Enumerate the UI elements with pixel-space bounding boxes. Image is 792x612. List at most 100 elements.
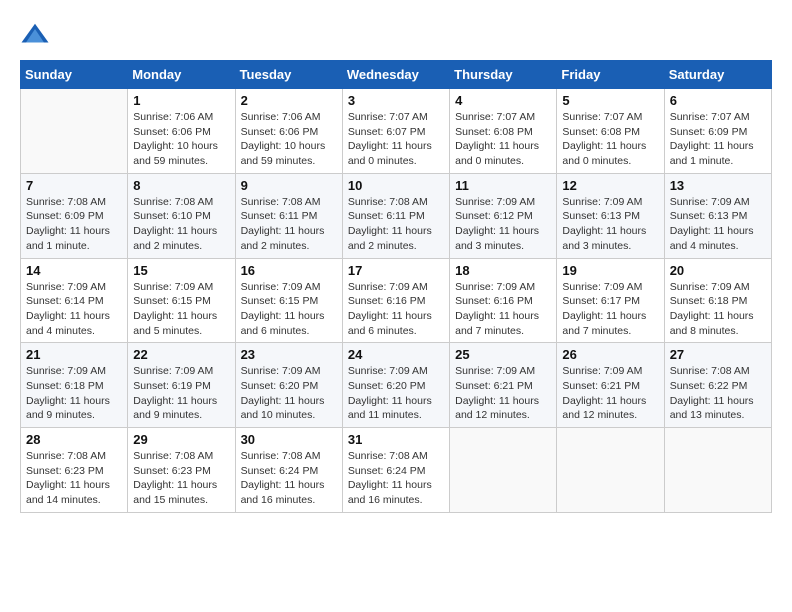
day-info: Sunrise: 7:07 AM Sunset: 6:07 PM Dayligh… [348, 110, 444, 169]
calendar-cell: 10 Sunrise: 7:08 AM Sunset: 6:11 PM Dayli… [342, 173, 449, 258]
calendar-cell: 7 Sunrise: 7:08 AM Sunset: 6:09 PM Daylig… [21, 173, 128, 258]
calendar-cell: 14 Sunrise: 7:09 AM Sunset: 6:14 PM Dayli… [21, 258, 128, 343]
day-number: 23 [241, 347, 337, 362]
day-info: Sunrise: 7:09 AM Sunset: 6:19 PM Dayligh… [133, 364, 229, 423]
day-info: Sunrise: 7:08 AM Sunset: 6:09 PM Dayligh… [26, 195, 122, 254]
header-saturday: Saturday [664, 61, 771, 89]
day-info: Sunrise: 7:09 AM Sunset: 6:15 PM Dayligh… [133, 280, 229, 339]
day-number: 9 [241, 178, 337, 193]
day-info: Sunrise: 7:07 AM Sunset: 6:09 PM Dayligh… [670, 110, 766, 169]
header-friday: Friday [557, 61, 664, 89]
day-number: 8 [133, 178, 229, 193]
calendar-cell: 20 Sunrise: 7:09 AM Sunset: 6:18 PM Dayli… [664, 258, 771, 343]
day-info: Sunrise: 7:08 AM Sunset: 6:22 PM Dayligh… [670, 364, 766, 423]
day-number: 27 [670, 347, 766, 362]
calendar-cell: 2 Sunrise: 7:06 AM Sunset: 6:06 PM Daylig… [235, 89, 342, 174]
calendar-cell: 24 Sunrise: 7:09 AM Sunset: 6:20 PM Dayli… [342, 343, 449, 428]
calendar-cell: 6Sunrise: 7:07 AM Sunset: 6:09 PM Daylig… [664, 89, 771, 174]
calendar-cell: 8 Sunrise: 7:08 AM Sunset: 6:10 PM Daylig… [128, 173, 235, 258]
header-wednesday: Wednesday [342, 61, 449, 89]
day-number: 12 [562, 178, 658, 193]
day-info: Sunrise: 7:08 AM Sunset: 6:24 PM Dayligh… [348, 449, 444, 508]
calendar-cell [450, 428, 557, 513]
day-info: Sunrise: 7:08 AM Sunset: 6:24 PM Dayligh… [241, 449, 337, 508]
calendar-cell: 4Sunrise: 7:07 AM Sunset: 6:08 PM Daylig… [450, 89, 557, 174]
day-info: Sunrise: 7:08 AM Sunset: 6:11 PM Dayligh… [348, 195, 444, 254]
calendar-cell: 25Sunrise: 7:09 AM Sunset: 6:21 PM Dayli… [450, 343, 557, 428]
day-number: 31 [348, 432, 444, 447]
day-info: Sunrise: 7:06 AM Sunset: 6:06 PM Dayligh… [133, 110, 229, 169]
day-number: 2 [241, 93, 337, 108]
day-number: 5 [562, 93, 658, 108]
day-number: 30 [241, 432, 337, 447]
calendar-cell: 26 Sunrise: 7:09 AM Sunset: 6:21 PM Dayli… [557, 343, 664, 428]
day-number: 22 [133, 347, 229, 362]
day-number: 24 [348, 347, 444, 362]
day-number: 13 [670, 178, 766, 193]
day-number: 15 [133, 263, 229, 278]
day-number: 14 [26, 263, 122, 278]
calendar-cell: 9Sunrise: 7:08 AM Sunset: 6:11 PM Daylig… [235, 173, 342, 258]
calendar-week-3: 14 Sunrise: 7:09 AM Sunset: 6:14 PM Dayli… [21, 258, 772, 343]
day-number: 25 [455, 347, 551, 362]
day-number: 17 [348, 263, 444, 278]
day-info: Sunrise: 7:07 AM Sunset: 6:08 PM Dayligh… [455, 110, 551, 169]
day-info: Sunrise: 7:09 AM Sunset: 6:21 PM Dayligh… [562, 364, 658, 423]
header-monday: Monday [128, 61, 235, 89]
day-info: Sunrise: 7:09 AM Sunset: 6:18 PM Dayligh… [670, 280, 766, 339]
day-number: 18 [455, 263, 551, 278]
page-header [20, 20, 772, 50]
calendar-cell: 30 Sunrise: 7:08 AM Sunset: 6:24 PM Dayli… [235, 428, 342, 513]
calendar-cell: 12Sunrise: 7:09 AM Sunset: 6:13 PM Dayli… [557, 173, 664, 258]
logo-icon [20, 20, 50, 50]
day-info: Sunrise: 7:09 AM Sunset: 6:16 PM Dayligh… [348, 280, 444, 339]
day-info: Sunrise: 7:09 AM Sunset: 6:17 PM Dayligh… [562, 280, 658, 339]
calendar-cell: 18 Sunrise: 7:09 AM Sunset: 6:16 PM Dayli… [450, 258, 557, 343]
day-number: 26 [562, 347, 658, 362]
day-info: Sunrise: 7:09 AM Sunset: 6:16 PM Dayligh… [455, 280, 551, 339]
calendar-cell [664, 428, 771, 513]
day-number: 10 [348, 178, 444, 193]
day-info: Sunrise: 7:09 AM Sunset: 6:14 PM Dayligh… [26, 280, 122, 339]
day-info: Sunrise: 7:08 AM Sunset: 6:23 PM Dayligh… [133, 449, 229, 508]
calendar-header-row: SundayMondayTuesdayWednesdayThursdayFrid… [21, 61, 772, 89]
calendar-cell: 5 Sunrise: 7:07 AM Sunset: 6:08 PM Daylig… [557, 89, 664, 174]
day-number: 7 [26, 178, 122, 193]
day-info: Sunrise: 7:09 AM Sunset: 6:18 PM Dayligh… [26, 364, 122, 423]
day-info: Sunrise: 7:08 AM Sunset: 6:10 PM Dayligh… [133, 195, 229, 254]
calendar-table: SundayMondayTuesdayWednesdayThursdayFrid… [20, 60, 772, 513]
day-number: 20 [670, 263, 766, 278]
day-number: 29 [133, 432, 229, 447]
calendar-cell: 21Sunrise: 7:09 AM Sunset: 6:18 PM Dayli… [21, 343, 128, 428]
calendar-cell: 22 Sunrise: 7:09 AM Sunset: 6:19 PM Dayli… [128, 343, 235, 428]
day-info: Sunrise: 7:09 AM Sunset: 6:13 PM Dayligh… [670, 195, 766, 254]
calendar-week-4: 21Sunrise: 7:09 AM Sunset: 6:18 PM Dayli… [21, 343, 772, 428]
calendar-cell [21, 89, 128, 174]
day-number: 16 [241, 263, 337, 278]
day-number: 3 [348, 93, 444, 108]
calendar-cell: 15 Sunrise: 7:09 AM Sunset: 6:15 PM Dayli… [128, 258, 235, 343]
day-info: Sunrise: 7:07 AM Sunset: 6:08 PM Dayligh… [562, 110, 658, 169]
calendar-week-1: 1Sunrise: 7:06 AM Sunset: 6:06 PM Daylig… [21, 89, 772, 174]
day-number: 11 [455, 178, 551, 193]
day-info: Sunrise: 7:09 AM Sunset: 6:20 PM Dayligh… [348, 364, 444, 423]
calendar-cell: 17 Sunrise: 7:09 AM Sunset: 6:16 PM Dayli… [342, 258, 449, 343]
calendar-cell: 1Sunrise: 7:06 AM Sunset: 6:06 PM Daylig… [128, 89, 235, 174]
calendar-week-5: 28Sunrise: 7:08 AM Sunset: 6:23 PM Dayli… [21, 428, 772, 513]
day-info: Sunrise: 7:09 AM Sunset: 6:20 PM Dayligh… [241, 364, 337, 423]
calendar-cell: 19 Sunrise: 7:09 AM Sunset: 6:17 PM Dayli… [557, 258, 664, 343]
calendar-cell: 23 Sunrise: 7:09 AM Sunset: 6:20 PM Dayli… [235, 343, 342, 428]
logo [20, 20, 54, 50]
calendar-cell: 11Sunrise: 7:09 AM Sunset: 6:12 PM Dayli… [450, 173, 557, 258]
day-info: Sunrise: 7:08 AM Sunset: 6:23 PM Dayligh… [26, 449, 122, 508]
calendar-cell: 13 Sunrise: 7:09 AM Sunset: 6:13 PM Dayli… [664, 173, 771, 258]
day-info: Sunrise: 7:06 AM Sunset: 6:06 PM Dayligh… [241, 110, 337, 169]
calendar-cell: 31 Sunrise: 7:08 AM Sunset: 6:24 PM Dayli… [342, 428, 449, 513]
calendar-week-2: 7 Sunrise: 7:08 AM Sunset: 6:09 PM Daylig… [21, 173, 772, 258]
calendar-cell: 29 Sunrise: 7:08 AM Sunset: 6:23 PM Dayli… [128, 428, 235, 513]
header-sunday: Sunday [21, 61, 128, 89]
day-number: 19 [562, 263, 658, 278]
calendar-cell: 3 Sunrise: 7:07 AM Sunset: 6:07 PM Daylig… [342, 89, 449, 174]
header-thursday: Thursday [450, 61, 557, 89]
calendar-cell: 28Sunrise: 7:08 AM Sunset: 6:23 PM Dayli… [21, 428, 128, 513]
